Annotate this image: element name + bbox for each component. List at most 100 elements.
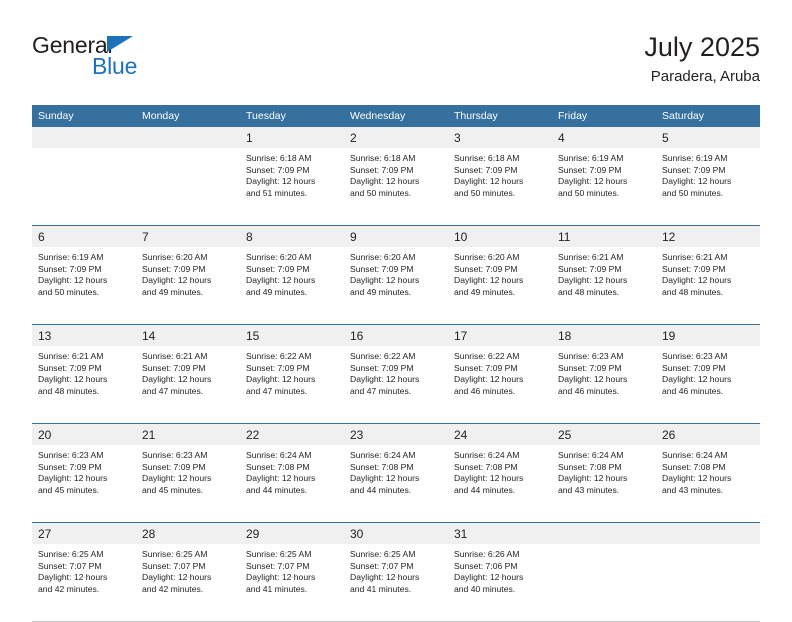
day-number[interactable]: 27	[32, 522, 136, 544]
day-cell[interactable]: Sunrise: 6:20 AM Sunset: 7:09 PM Daylight:…	[136, 247, 240, 325]
day-number[interactable]: 24	[448, 423, 552, 445]
weekday-header-sunday: Sunday	[32, 105, 136, 127]
day-number[interactable]: 22	[240, 423, 344, 445]
day-cell[interactable]: Sunrise: 6:24 AM Sunset: 7:08 PM Daylight:…	[552, 445, 656, 523]
day-info-line: Sunset: 7:09 PM	[558, 263, 622, 274]
day-number[interactable]: 5	[656, 127, 760, 148]
day-cell[interactable]: Sunrise: 6:20 AM Sunset: 7:09 PM Daylight:…	[344, 247, 448, 325]
day-info-line: and 45 minutes.	[38, 484, 100, 495]
day-info-line: Daylight: 12 hours	[246, 572, 316, 583]
day-number[interactable]: 26	[656, 423, 760, 445]
day-cell[interactable]: Sunrise: 6:26 AM Sunset: 7:06 PM Daylight:…	[448, 544, 552, 622]
day-cell[interactable]: Sunrise: 6:25 AM Sunset: 7:07 PM Daylight:…	[344, 544, 448, 622]
day-number[interactable]: 8	[240, 225, 344, 247]
day-info-line: and 44 minutes.	[246, 484, 308, 495]
day-number[interactable]: 29	[240, 522, 344, 544]
day-cell[interactable]: Sunrise: 6:25 AM Sunset: 7:07 PM Daylight:…	[32, 544, 136, 622]
day-number[interactable]: 4	[552, 127, 656, 148]
day-cell[interactable]: Sunrise: 6:18 AM Sunset: 7:09 PM Daylight:…	[344, 148, 448, 226]
day-cell[interactable]: Sunrise: 6:20 AM Sunset: 7:09 PM Daylight:…	[448, 247, 552, 325]
day-number[interactable]: 28	[136, 522, 240, 544]
day-info-line: Sunrise: 6:24 AM	[558, 450, 624, 460]
day-cell[interactable]: Sunrise: 6:23 AM Sunset: 7:09 PM Daylight:…	[656, 346, 760, 424]
day-info-line: Daylight: 12 hours	[350, 374, 420, 385]
day-cell[interactable]: Sunrise: 6:24 AM Sunset: 7:08 PM Daylight:…	[448, 445, 552, 523]
day-info-line: Sunrise: 6:26 AM	[454, 549, 520, 559]
day-cell[interactable]: Sunrise: 6:23 AM Sunset: 7:09 PM Daylight:…	[552, 346, 656, 424]
day-number[interactable]: 17	[448, 324, 552, 346]
day-info-line: Daylight: 12 hours	[350, 275, 420, 286]
day-info-line: and 51 minutes.	[246, 187, 308, 198]
day-cell[interactable]: Sunrise: 6:21 AM Sunset: 7:09 PM Daylight:…	[552, 247, 656, 325]
day-info-line: Sunset: 7:08 PM	[558, 461, 622, 472]
day-number[interactable]: 12	[656, 225, 760, 247]
day-info-line: and 43 minutes.	[558, 484, 620, 495]
day-number[interactable]: 20	[32, 423, 136, 445]
day-number[interactable]: 16	[344, 324, 448, 346]
day-number[interactable]: 15	[240, 324, 344, 346]
day-info-line: Sunset: 7:08 PM	[662, 461, 726, 472]
day-number[interactable]: 14	[136, 324, 240, 346]
day-info-line: Daylight: 12 hours	[142, 374, 212, 385]
day-cell[interactable]: Sunrise: 6:25 AM Sunset: 7:07 PM Daylight:…	[136, 544, 240, 622]
weekday-header-wednesday: Wednesday	[344, 105, 448, 127]
day-info-line: Sunrise: 6:20 AM	[350, 252, 416, 262]
day-number[interactable]: 2	[344, 127, 448, 148]
day-cell[interactable]: Sunrise: 6:22 AM Sunset: 7:09 PM Daylight:…	[240, 346, 344, 424]
day-cell[interactable]: Sunrise: 6:21 AM Sunset: 7:09 PM Daylight:…	[136, 346, 240, 424]
day-info-line: Daylight: 12 hours	[246, 473, 316, 484]
day-info-line: Daylight: 12 hours	[454, 572, 524, 583]
day-info-line: Sunrise: 6:25 AM	[38, 549, 104, 559]
day-number-empty	[136, 127, 240, 148]
day-number[interactable]: 7	[136, 225, 240, 247]
day-number[interactable]: 21	[136, 423, 240, 445]
day-cell[interactable]: Sunrise: 6:23 AM Sunset: 7:09 PM Daylight:…	[136, 445, 240, 523]
day-info-line: Sunset: 7:08 PM	[246, 461, 310, 472]
day-cell[interactable]: Sunrise: 6:22 AM Sunset: 7:09 PM Daylight:…	[448, 346, 552, 424]
day-number[interactable]: 9	[344, 225, 448, 247]
day-info-line: Daylight: 12 hours	[662, 275, 732, 286]
day-number[interactable]: 10	[448, 225, 552, 247]
day-cell[interactable]: Sunrise: 6:18 AM Sunset: 7:09 PM Daylight:…	[240, 148, 344, 226]
day-number[interactable]: 3	[448, 127, 552, 148]
day-number[interactable]: 31	[448, 522, 552, 544]
day-cell[interactable]: Sunrise: 6:19 AM Sunset: 7:09 PM Daylight:…	[656, 148, 760, 226]
day-cell[interactable]: Sunrise: 6:22 AM Sunset: 7:09 PM Daylight:…	[344, 346, 448, 424]
day-number[interactable]: 25	[552, 423, 656, 445]
day-number[interactable]: 11	[552, 225, 656, 247]
day-number[interactable]: 13	[32, 324, 136, 346]
day-cell[interactable]: Sunrise: 6:25 AM Sunset: 7:07 PM Daylight:…	[240, 544, 344, 622]
week-info-row: Sunrise: 6:18 AM Sunset: 7:09 PM Daylight:…	[32, 148, 760, 226]
day-info-line: and 49 minutes.	[454, 286, 516, 297]
day-cell[interactable]: Sunrise: 6:23 AM Sunset: 7:09 PM Daylight:…	[32, 445, 136, 523]
day-info-line: and 44 minutes.	[454, 484, 516, 495]
location-subtitle: Paradera, Aruba	[650, 68, 760, 85]
day-info-line: Sunrise: 6:20 AM	[142, 252, 208, 262]
day-info-line: and 50 minutes.	[350, 187, 412, 198]
day-cell-empty	[136, 148, 240, 226]
day-info-line: Daylight: 12 hours	[350, 176, 420, 187]
day-info-line: Sunset: 7:09 PM	[454, 263, 518, 274]
day-cell[interactable]: Sunrise: 6:24 AM Sunset: 7:08 PM Daylight:…	[656, 445, 760, 523]
day-number[interactable]: 18	[552, 324, 656, 346]
day-cell[interactable]: Sunrise: 6:21 AM Sunset: 7:09 PM Daylight:…	[656, 247, 760, 325]
day-cell[interactable]: Sunrise: 6:24 AM Sunset: 7:08 PM Daylight:…	[240, 445, 344, 523]
day-cell[interactable]: Sunrise: 6:19 AM Sunset: 7:09 PM Daylight:…	[552, 148, 656, 226]
day-number[interactable]: 30	[344, 522, 448, 544]
day-cell[interactable]: Sunrise: 6:20 AM Sunset: 7:09 PM Daylight:…	[240, 247, 344, 325]
day-cell[interactable]: Sunrise: 6:18 AM Sunset: 7:09 PM Daylight:…	[448, 148, 552, 226]
day-number[interactable]: 1	[240, 127, 344, 148]
calendar-header-row: Sunday Monday Tuesday Wednesday Thursday…	[32, 105, 760, 127]
day-number[interactable]: 19	[656, 324, 760, 346]
day-info-line: Sunset: 7:09 PM	[662, 362, 726, 373]
day-cell[interactable]: Sunrise: 6:24 AM Sunset: 7:08 PM Daylight:…	[344, 445, 448, 523]
day-info-line: and 46 minutes.	[454, 385, 516, 396]
day-cell[interactable]: Sunrise: 6:21 AM Sunset: 7:09 PM Daylight:…	[32, 346, 136, 424]
day-number[interactable]: 23	[344, 423, 448, 445]
day-number-empty	[656, 522, 760, 544]
day-info-line: Sunrise: 6:24 AM	[350, 450, 416, 460]
logo-text-blue: Blue	[92, 53, 138, 79]
day-number[interactable]: 6	[32, 225, 136, 247]
day-info-line: Sunrise: 6:24 AM	[454, 450, 520, 460]
day-cell[interactable]: Sunrise: 6:19 AM Sunset: 7:09 PM Daylight:…	[32, 247, 136, 325]
